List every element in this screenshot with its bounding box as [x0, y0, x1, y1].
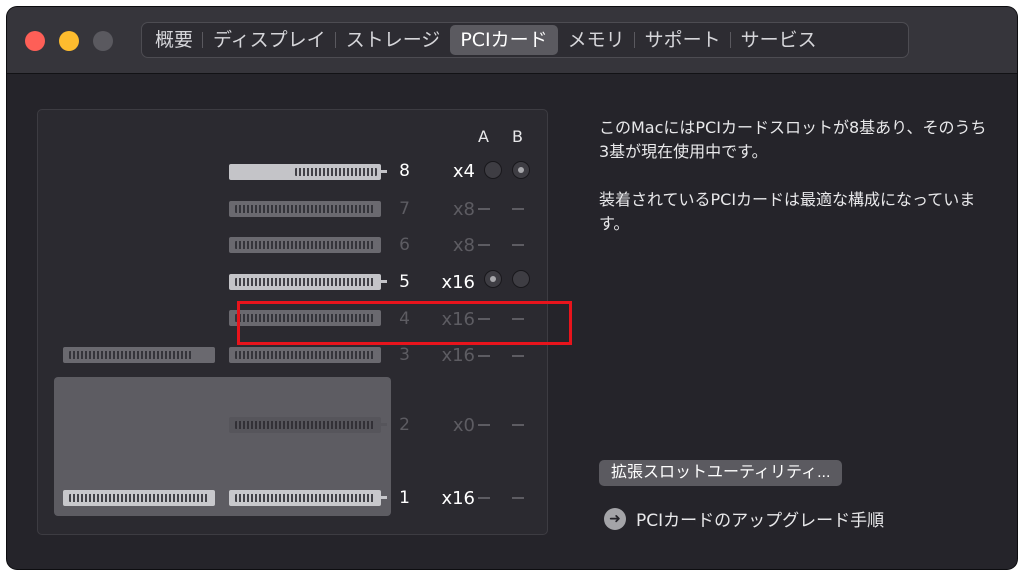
tab-service[interactable]: サービス — [729, 25, 827, 55]
system-info-window: 概要 ディスプレイ ストレージ PCIカード メモリ サポート サービス A B… — [7, 7, 1017, 569]
slot-5-number: 5 — [399, 272, 410, 292]
slot-8-radio-b[interactable] — [512, 161, 530, 179]
slot-2-card — [229, 417, 387, 433]
slot-7-dash-a — [478, 208, 490, 210]
upgrade-guide-label: PCIカードのアップグレード手順 — [636, 511, 885, 531]
slot-8-card — [229, 164, 387, 180]
minimize-window-button[interactable] — [59, 31, 79, 51]
tab-overview[interactable]: 概要 — [145, 25, 203, 55]
slot-5-lanes: x16 — [441, 272, 475, 293]
slot-diagram-panel: A B 8 x4 7 x8 6 x8 5 x16 4 x16 3 x16 2 x… — [37, 109, 572, 535]
slot-3-card-left — [63, 347, 215, 363]
slot-7-card — [229, 201, 381, 217]
slot-1-lanes: x16 — [441, 488, 475, 509]
arrow-right-circle-icon: ➜ — [604, 507, 626, 530]
slot-6-dash-b — [512, 244, 524, 246]
slot-1-dash-b — [512, 497, 524, 499]
slot-6-dash-a — [478, 244, 490, 246]
slot-7-number: 7 — [399, 199, 410, 219]
slot-6-card — [229, 237, 381, 253]
tab-displays[interactable]: ディスプレイ — [202, 25, 336, 55]
tab-support[interactable]: サポート — [633, 25, 731, 55]
slot-2-lanes: x0 — [452, 415, 475, 436]
expansion-slot-utility-button[interactable]: 拡張スロットユーティリティ... — [599, 460, 843, 486]
slot-6-lanes: x8 — [452, 235, 475, 256]
slot-5-highlight-box — [237, 301, 572, 345]
slot-1-card-left — [63, 490, 215, 506]
column-a-label: A — [478, 127, 489, 146]
slot-5-card — [229, 274, 387, 290]
slot-1-number: 1 — [399, 488, 410, 508]
slot-6-number: 6 — [399, 235, 410, 255]
slot-1-dash-a — [478, 497, 490, 499]
title-bar: 概要 ディスプレイ ストレージ PCIカード メモリ サポート サービス — [7, 7, 1017, 74]
slot-3-dash-a — [478, 355, 490, 357]
zoom-window-button[interactable] — [93, 31, 113, 51]
pci-content: A B 8 x4 7 x8 6 x8 5 x16 4 x16 3 x16 2 x… — [7, 74, 1017, 569]
slot-3-number: 3 — [399, 345, 410, 365]
slot-3-card — [229, 347, 381, 363]
pci-config-text: 装着されているPCIカードは最適な構成になっています。 — [599, 190, 976, 233]
slot-1-card — [229, 490, 387, 506]
tab-storage[interactable]: ストレージ — [334, 25, 451, 55]
slot-2-dash-b — [512, 424, 524, 426]
slot-5-radio-b[interactable] — [512, 270, 530, 288]
tab-memory[interactable]: メモリ — [558, 25, 635, 55]
slot-8-radio-a[interactable] — [484, 161, 502, 179]
slot-8-number: 8 — [399, 161, 410, 181]
slot-2-dash-a — [478, 424, 490, 426]
slot-8-lanes: x4 — [452, 161, 475, 182]
slot-3-lanes: x16 — [441, 345, 475, 366]
slot-5-radio-a[interactable] — [484, 270, 502, 288]
tab-bar: 概要 ディスプレイ ストレージ PCIカード メモリ サポート サービス — [141, 22, 909, 58]
pci-summary-text: このMacにはPCIカードスロットが8基あり、そのうち3基が現在使用中です。 — [599, 118, 987, 161]
upgrade-guide-link[interactable]: ➜ PCIカードのアップグレード手順 — [604, 506, 884, 531]
slot-2-number: 2 — [399, 415, 410, 435]
close-window-button[interactable] — [25, 31, 45, 51]
slot-7-dash-b — [512, 208, 524, 210]
slot-3-dash-b — [512, 355, 524, 357]
slot-7-lanes: x8 — [452, 199, 475, 220]
column-b-label: B — [512, 127, 523, 146]
tab-pci-cards[interactable]: PCIカード — [450, 25, 558, 55]
